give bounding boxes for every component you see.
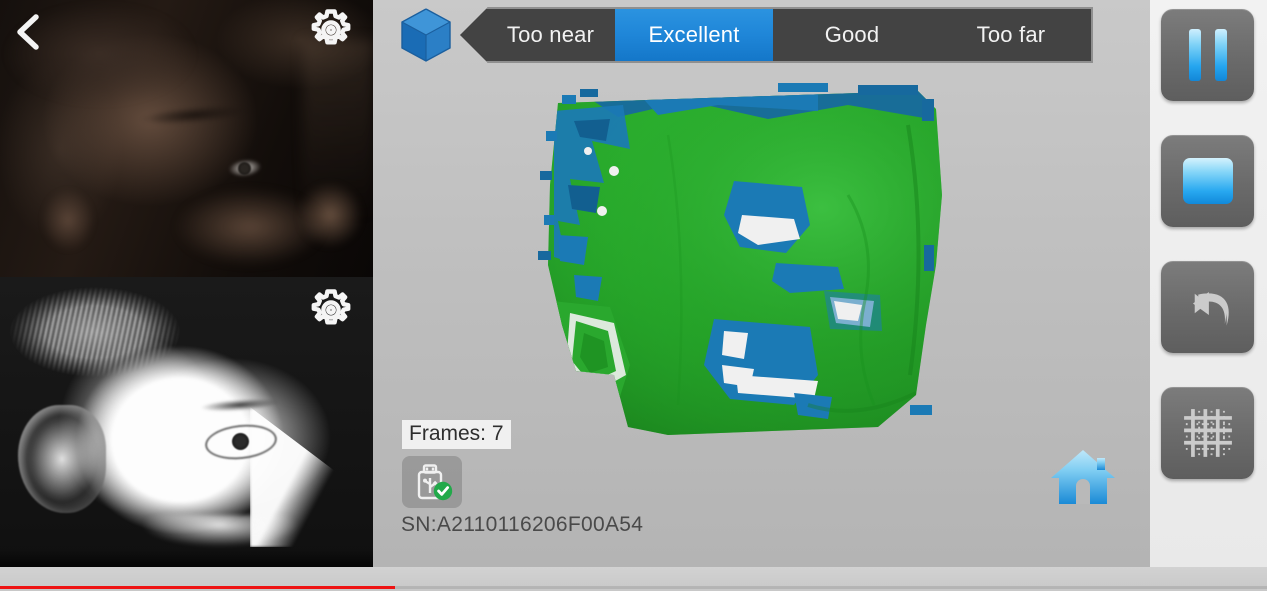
pause-icon bbox=[1182, 29, 1234, 81]
serial-number-label: SN:A2110116206F00A54 bbox=[401, 513, 644, 536]
stop-button[interactable] bbox=[1161, 135, 1254, 227]
rgb-pupil bbox=[238, 162, 251, 175]
ir-ear bbox=[18, 405, 106, 513]
rgb-camera-settings-button[interactable] bbox=[307, 6, 355, 54]
distance-segment-good[interactable]: Good bbox=[773, 9, 931, 61]
stop-icon bbox=[1182, 158, 1233, 204]
rgb-camera-preview[interactable] bbox=[0, 0, 373, 277]
rgb-nose bbox=[300, 170, 373, 260]
ir-pupil bbox=[232, 433, 249, 450]
home-button[interactable] bbox=[1049, 446, 1117, 508]
player-bottom-area bbox=[0, 567, 1267, 591]
ir-hair bbox=[0, 277, 205, 387]
distance-segments: Too near Excellent Good Too far bbox=[460, 7, 1093, 63]
camera-column bbox=[0, 0, 373, 567]
cube-icon bbox=[401, 8, 451, 62]
undo-button[interactable] bbox=[1161, 261, 1254, 353]
grid-mesh-icon bbox=[1183, 409, 1232, 457]
app-root: Too near Excellent Good Too far Frames: … bbox=[0, 0, 1267, 591]
pause-bar-left bbox=[1188, 29, 1201, 81]
distance-segment-excellent[interactable]: Excellent bbox=[615, 9, 773, 61]
usb-status-indicator bbox=[402, 456, 462, 508]
distance-segment-too-near[interactable]: Too near bbox=[460, 9, 615, 61]
pause-bar-right bbox=[1214, 29, 1227, 81]
gear-icon bbox=[311, 289, 351, 325]
scan-viewport[interactable]: Too near Excellent Good Too far Frames: … bbox=[373, 0, 1150, 567]
ir-camera-settings-button[interactable] bbox=[307, 286, 355, 334]
undo-arrow-icon bbox=[1192, 291, 1229, 326]
pause-button[interactable] bbox=[1161, 9, 1254, 101]
back-chevron-icon bbox=[17, 14, 39, 50]
back-button[interactable] bbox=[6, 8, 52, 56]
usb-drive-icon bbox=[417, 464, 453, 501]
scan-toolbar bbox=[1150, 0, 1267, 567]
scanned-head-mesh bbox=[538, 83, 942, 435]
video-progress-bar[interactable] bbox=[0, 586, 395, 589]
grid-button[interactable] bbox=[1161, 387, 1254, 479]
frames-counter: Frames: 7 bbox=[402, 420, 511, 449]
distance-segment-too-far[interactable]: Too far bbox=[931, 9, 1091, 61]
ir-bottom-shade bbox=[0, 549, 373, 567]
home-icon bbox=[1051, 450, 1115, 504]
check-circle-icon bbox=[433, 481, 453, 501]
ir-camera-preview[interactable] bbox=[0, 277, 373, 567]
mesh-body bbox=[548, 91, 942, 435]
rgb-ear bbox=[30, 175, 110, 265]
scanned-mesh-preview[interactable] bbox=[518, 75, 1008, 455]
distance-quality-indicator: Too near Excellent Good Too far bbox=[398, 4, 1093, 66]
gear-icon bbox=[311, 9, 351, 45]
